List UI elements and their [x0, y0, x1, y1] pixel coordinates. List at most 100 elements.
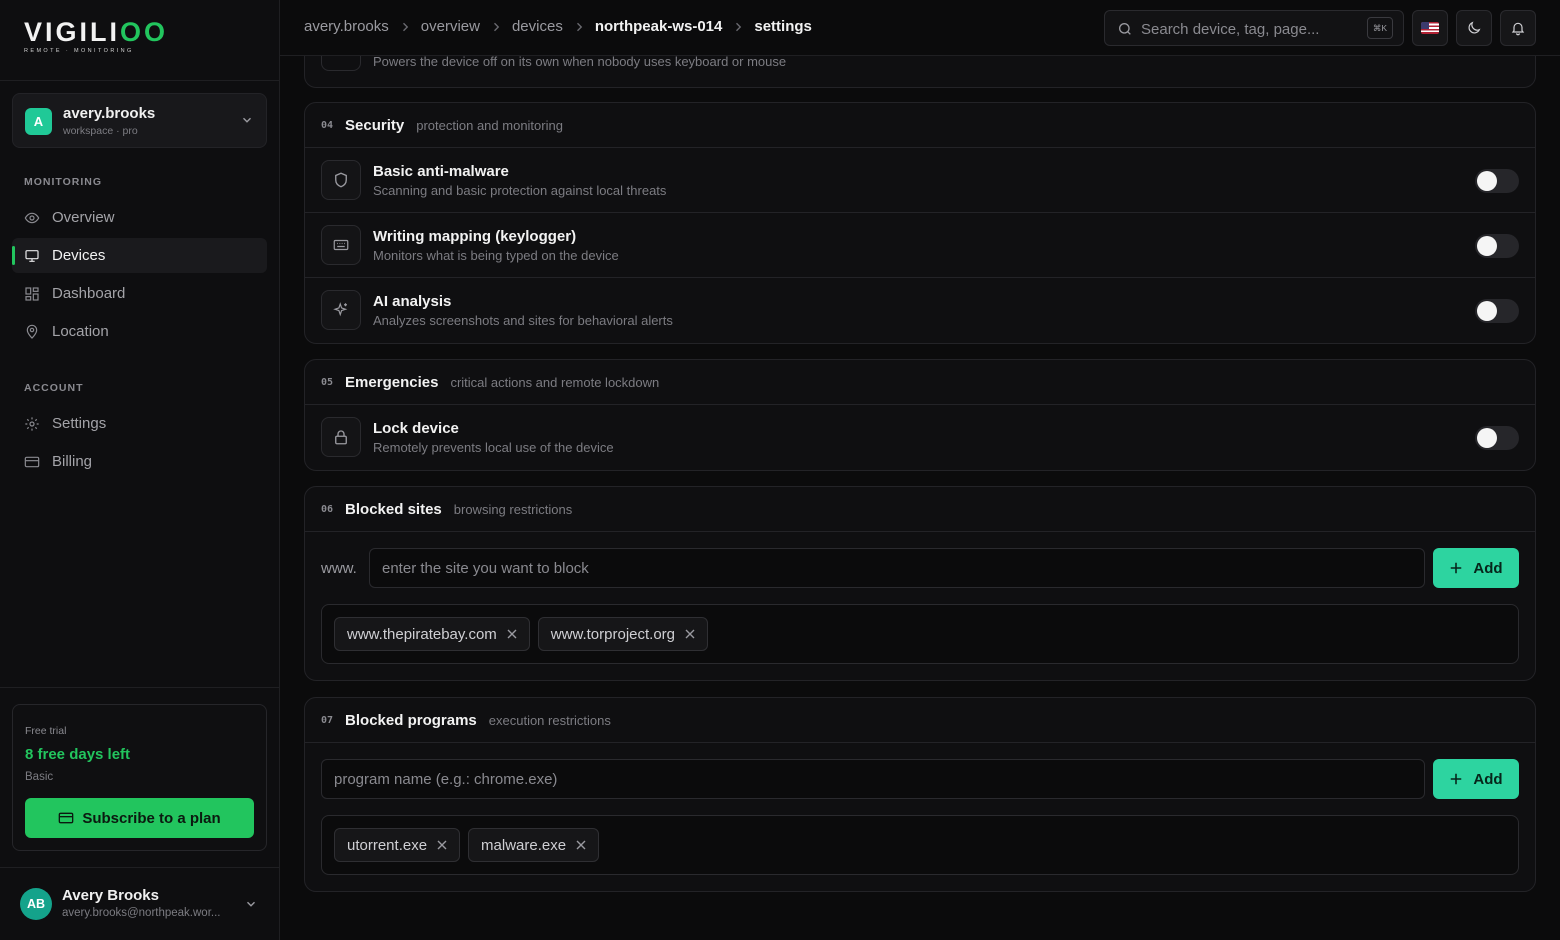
- workspace-switcher[interactable]: A avery.brooks workspace · pro: [12, 93, 267, 148]
- trial-plan: Basic: [25, 771, 54, 783]
- subscribe-button-label: Subscribe to a plan: [82, 809, 221, 827]
- main-content: Powers the device off on its own when no…: [280, 56, 1560, 940]
- chip-label: utorrent.exe: [347, 836, 428, 854]
- user-email: avery.brooks@northpeak.wor...: [62, 907, 221, 919]
- section-subtitle: execution restrictions: [488, 712, 611, 728]
- blocked-programs-list: utorrent.exe malware.exe: [321, 815, 1519, 875]
- plus-icon: [1451, 773, 1462, 785]
- add-program-button[interactable]: Add: [1433, 759, 1519, 799]
- lock-device-toggle[interactable]: [1475, 426, 1519, 450]
- icon-tile: [321, 417, 361, 457]
- user-name: Avery Brooks: [62, 887, 159, 904]
- breadcrumb-item[interactable]: avery.brooks: [304, 18, 389, 35]
- setting-title: Basic anti-malware: [373, 163, 509, 180]
- section-subtitle: protection and monitoring: [416, 117, 563, 133]
- section-subtitle: browsing restrictions: [453, 501, 573, 517]
- section-title: Blocked programs: [345, 711, 477, 729]
- card-header: 04 Security protection and monitoring: [305, 103, 1535, 148]
- workspace-subtitle: workspace · pro: [63, 125, 138, 137]
- ai-analysis-toggle[interactable]: [1475, 299, 1519, 323]
- map-pin-icon: [26, 324, 38, 339]
- add-button-label: Add: [1473, 770, 1503, 788]
- sidebar-item-settings[interactable]: Settings: [12, 406, 267, 441]
- sidebar-item-label: Overview: [52, 209, 115, 226]
- url-prefix: www.: [321, 560, 357, 577]
- credit-card-icon: [24, 456, 40, 467]
- credit-card-icon: [58, 812, 74, 824]
- breadcrumb: avery.brooks overview devices northpeak-…: [304, 18, 812, 35]
- setting-title: Writing mapping (keylogger): [373, 228, 577, 245]
- setting-description: Remotely prevents local use of the devic…: [373, 440, 614, 455]
- sidebar: VIGILIOO REMOTE · MONITORING A avery.bro…: [0, 0, 280, 940]
- grid-icon: [25, 286, 39, 301]
- add-site-button[interactable]: Add: [1433, 548, 1519, 588]
- sidebar-item-label: Settings: [52, 415, 107, 432]
- blocked-programs-card: 07 Blocked programs execution restrictio…: [304, 697, 1536, 892]
- setting-description: Scanning and basic protection against lo…: [373, 183, 667, 198]
- theme-toggle-button[interactable]: [1456, 10, 1492, 46]
- card-header: 06 Blocked sites browsing restrictions: [305, 487, 1535, 532]
- add-button-label: Add: [1473, 559, 1503, 577]
- subscribe-button[interactable]: Subscribe to a plan: [25, 798, 254, 838]
- breadcrumb-current: settings: [754, 18, 812, 35]
- eye-icon: [24, 212, 40, 223]
- chevron-down-icon: [243, 117, 251, 123]
- sidebar-item-label: Location: [52, 323, 109, 340]
- blocked-program-input[interactable]: [321, 759, 1425, 799]
- icon-tile: [321, 290, 361, 330]
- avatar: AB: [20, 888, 52, 920]
- search-input[interactable]: [1141, 19, 1361, 39]
- logo-tagline: REMOTE · MONITORING: [24, 48, 134, 54]
- chip-label: www.thepiratebay.com: [347, 625, 497, 643]
- security-card: 04 Security protection and monitoring Ba…: [304, 102, 1536, 344]
- blocked-program-chip: malware.exe: [468, 828, 600, 862]
- chip-label: malware.exe: [481, 836, 567, 854]
- close-icon[interactable]: [576, 840, 586, 850]
- chip-label: www.torproject.org: [550, 625, 676, 643]
- monitor-icon: [25, 249, 39, 262]
- breadcrumb-item[interactable]: devices: [512, 18, 563, 35]
- breadcrumb-item[interactable]: overview: [421, 18, 480, 35]
- sidebar-item-location[interactable]: Location: [12, 314, 267, 349]
- trial-label: Free trial: [25, 725, 67, 737]
- bell-icon: [1511, 22, 1525, 36]
- setting-description: Analyzes screenshots and sites for behav…: [373, 313, 673, 328]
- logo-accent-text: OO: [120, 17, 169, 47]
- workspace-name: avery.brooks: [63, 105, 156, 122]
- user-menu[interactable]: AB Avery Brooks avery.brooks@northpeak.w…: [0, 868, 280, 940]
- blocked-program-chip: utorrent.exe: [334, 828, 461, 862]
- sidebar-item-overview[interactable]: Overview: [12, 200, 267, 235]
- setting-description: Powers the device off on its own when no…: [373, 56, 787, 69]
- language-button[interactable]: [1412, 10, 1448, 46]
- sidebar-item-billing[interactable]: Billing: [12, 444, 267, 479]
- blocked-sites-list: www.thepiratebay.com www.torproject.org: [321, 604, 1519, 664]
- section-number: 07: [321, 714, 334, 726]
- emergencies-card: 05 Emergencies critical actions and remo…: [304, 359, 1536, 471]
- logo[interactable]: VIGILIOO REMOTE · MONITORING: [24, 18, 168, 54]
- setting-description: Monitors what is being typed on the devi…: [373, 248, 619, 263]
- divider: [0, 687, 280, 688]
- trial-card: Free trial 8 free days left Basic Subscr…: [12, 704, 267, 851]
- section-label-monitoring: MONITORING: [24, 176, 103, 188]
- us-flag-icon: [1421, 22, 1439, 34]
- chevron-right-icon: [493, 22, 500, 31]
- section-title: Blocked sites: [345, 500, 442, 518]
- notifications-button[interactable]: [1500, 10, 1536, 46]
- sidebar-item-dashboard[interactable]: Dashboard: [12, 276, 267, 311]
- close-icon[interactable]: [685, 629, 695, 639]
- close-icon[interactable]: [437, 840, 447, 850]
- sidebar-item-devices[interactable]: Devices: [12, 238, 267, 273]
- chevron-right-icon: [576, 22, 583, 31]
- moon-icon: [1468, 21, 1481, 34]
- keylogger-toggle[interactable]: [1475, 234, 1519, 258]
- plus-icon: [1451, 562, 1462, 574]
- anti-malware-toggle[interactable]: [1475, 169, 1519, 193]
- blocked-site-input[interactable]: [369, 548, 1425, 588]
- section-title: Security: [345, 116, 405, 134]
- close-icon[interactable]: [507, 629, 517, 639]
- chevron-right-icon: [402, 22, 408, 31]
- gear-icon: [25, 416, 39, 431]
- search-box[interactable]: ⌘K: [1104, 10, 1404, 46]
- breadcrumb-item[interactable]: northpeak-ws-014: [595, 18, 723, 35]
- sidebar-item-label: Devices: [52, 247, 106, 264]
